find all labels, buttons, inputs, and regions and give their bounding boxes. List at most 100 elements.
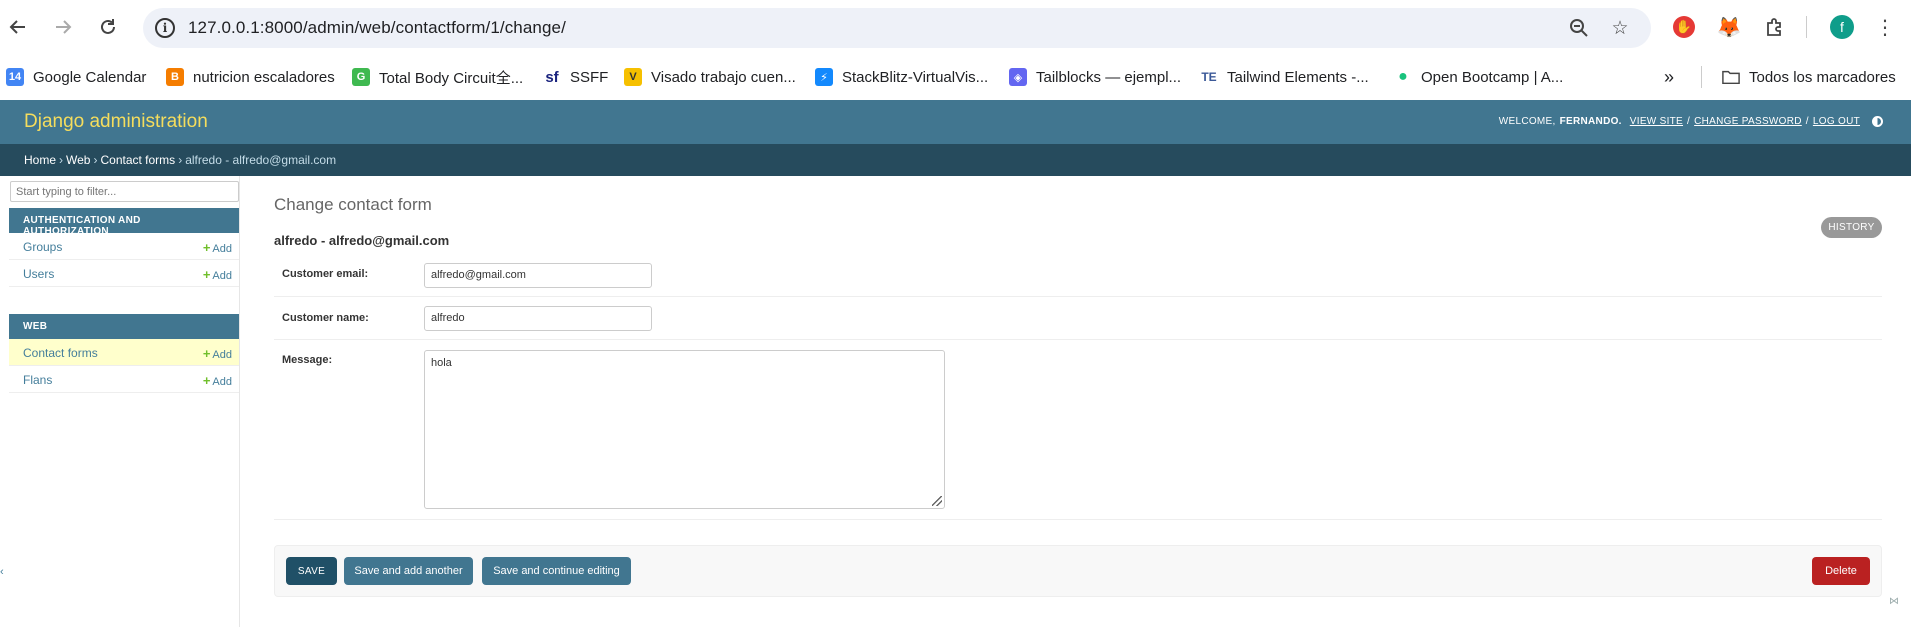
nav-filter-input[interactable] — [10, 181, 239, 202]
app-caption-auth[interactable]: AUTHENTICATION AND AUTHORIZATION — [9, 208, 239, 237]
forward-icon[interactable] — [49, 13, 77, 41]
submit-row: SAVE Save and add another Save and conti… — [274, 545, 1882, 597]
breadcrumb-separator: › — [178, 153, 183, 167]
add-link[interactable]: + Add — [203, 267, 232, 282]
bookmark-star-icon[interactable]: ☆ — [1609, 17, 1631, 39]
breadcrumb-separator: › — [93, 153, 98, 167]
site-info-icon[interactable]: i — [155, 18, 175, 38]
message-textarea[interactable]: hola — [424, 350, 945, 509]
model-link[interactable]: Users — [23, 267, 54, 281]
model-link[interactable]: Contact forms — [23, 346, 98, 360]
nav-sidebar: AUTHENTICATION AND AUTHORIZATION Groups … — [9, 176, 240, 627]
adblock-extension-icon[interactable]: ✋ — [1673, 16, 1695, 38]
separator: / — [1687, 116, 1691, 127]
history-button[interactable]: HISTORY — [1821, 217, 1882, 238]
zoom-icon[interactable] — [1568, 17, 1590, 39]
model-link[interactable]: Groups — [23, 240, 62, 254]
visa-icon: V — [624, 68, 642, 86]
page-title: Change contact form — [274, 195, 432, 214]
address-bar[interactable]: i 127.0.0.1:8000/admin/web/contactform/1… — [143, 8, 1651, 48]
change-password-link[interactable]: CHANGE PASSWORD — [1694, 116, 1802, 127]
user-tools: WELCOME, FERNANDO. VIEW SITE / CHANGE PA… — [1499, 116, 1883, 127]
breadcrumb-home[interactable]: Home — [24, 153, 56, 167]
all-bookmarks-folder[interactable]: Todos los marcadores — [1722, 65, 1896, 89]
app-caption-web[interactable]: WEB — [9, 314, 239, 339]
reload-icon[interactable] — [94, 13, 122, 41]
sidebar-item-groups[interactable]: Groups + Add — [9, 233, 239, 260]
add-label: Add — [212, 243, 232, 255]
bookmark-label: nutricion escaladores — [193, 68, 335, 86]
add-label: Add — [212, 349, 232, 361]
bookmark-label: Tailblocks — ejempl... — [1036, 68, 1182, 86]
plus-icon: + — [202, 240, 211, 255]
form-row-message: Message: hola — [274, 340, 1882, 520]
add-label: Add — [212, 270, 232, 282]
bookmark-label: Google Calendar — [33, 68, 147, 86]
username: FERNANDO. — [1559, 116, 1622, 127]
admin-header: Django administration WELCOME, FERNANDO.… — [0, 100, 1911, 144]
blogger-icon: B — [166, 68, 184, 86]
url-text[interactable]: 127.0.0.1:8000/admin/web/contactform/1/c… — [188, 18, 566, 38]
sidebar-item-contact-forms[interactable]: Contact forms + Add — [9, 339, 239, 366]
save-and-continue-button[interactable]: Save and continue editing — [482, 557, 631, 585]
log-out-link[interactable]: LOG OUT — [1813, 116, 1860, 127]
bookmark-nutricion[interactable]: B nutricion escaladores — [166, 65, 335, 89]
bookmarks-divider — [1701, 66, 1702, 88]
theme-toggle-icon[interactable] — [1872, 116, 1883, 127]
debug-toolbar-icon[interactable]: ⋈ — [1889, 596, 1905, 608]
menu-kebab-icon[interactable]: ⋮ — [1871, 13, 1899, 41]
bookmark-tailwind-elements[interactable]: TE Tailwind Elements -... — [1200, 65, 1369, 89]
form-row-customer-name: Customer name: alfredo — [274, 297, 1882, 340]
stackblitz-icon: ⚡ — [815, 68, 833, 86]
back-icon[interactable] — [4, 13, 32, 41]
save-and-add-another-button[interactable]: Save and add another — [344, 557, 473, 585]
breadcrumb-app[interactable]: Web — [66, 153, 90, 167]
sidebar-item-flans[interactable]: Flans + Add — [9, 366, 239, 393]
delete-button[interactable]: Delete — [1812, 557, 1870, 585]
bookmark-open-bootcamp[interactable]: ● Open Bootcamp | A... — [1394, 65, 1563, 89]
breadcrumb-current: alfredo - alfredo@gmail.com — [185, 153, 337, 167]
profile-avatar[interactable]: f — [1830, 15, 1854, 39]
model-link[interactable]: Flans — [23, 373, 52, 387]
sidebar-item-users[interactable]: Users + Add — [9, 260, 239, 287]
tailwind-elements-icon: TE — [1200, 68, 1218, 86]
save-button[interactable]: SAVE — [286, 557, 337, 585]
bookmark-total-body[interactable]: G Total Body Circuit全... — [352, 65, 523, 89]
sidebar-collapse-icon[interactable]: ‹ — [0, 566, 4, 578]
gym-icon: G — [352, 68, 370, 86]
customer-name-field[interactable]: alfredo — [424, 306, 652, 331]
more-bookmarks-chevron-icon[interactable]: » — [1664, 65, 1674, 89]
separator: / — [1805, 116, 1809, 127]
bookmark-label: Total Body Circuit全... — [379, 69, 524, 87]
bookmark-label: StackBlitz-VirtualVis... — [842, 68, 989, 86]
add-link[interactable]: + Add — [203, 373, 232, 388]
bookmark-tailblocks[interactable]: ◈ Tailblocks — ejempl... — [1009, 65, 1181, 89]
view-site-link[interactable]: VIEW SITE — [1630, 116, 1683, 127]
open-bootcamp-icon: ● — [1394, 68, 1412, 86]
bookmark-ssff[interactable]: sf SSFF — [543, 65, 608, 89]
bookmark-stackblitz[interactable]: ⚡ StackBlitz-VirtualVis... — [815, 65, 988, 89]
customer-email-field[interactable]: alfredo@gmail.com — [424, 263, 652, 288]
bookmark-label: Tailwind Elements -... — [1227, 68, 1369, 86]
welcome-text: WELCOME, — [1498, 116, 1556, 127]
bookmark-label: SSFF — [570, 68, 609, 86]
breadcrumb-model[interactable]: Contact forms — [100, 153, 175, 167]
plus-icon: + — [202, 346, 211, 361]
plus-icon: + — [202, 267, 211, 282]
metamask-extension-icon[interactable]: 🦊 — [1716, 14, 1742, 40]
toolbar-divider — [1806, 16, 1807, 38]
add-link[interactable]: + Add — [203, 346, 232, 361]
plus-icon: + — [202, 373, 211, 388]
extensions-puzzle-icon[interactable] — [1761, 14, 1787, 40]
customer-email-label: Customer email: — [282, 268, 369, 280]
bookmark-visado[interactable]: V Visado trabajo cuen... — [624, 65, 796, 89]
bookmark-label: Todos los marcadores — [1749, 68, 1896, 86]
breadcrumb: Home › Web › Contact forms › alfredo - alfredo… — [0, 144, 1911, 176]
customer-name-label: Customer name: — [282, 312, 369, 324]
calendar-icon: 14 — [6, 68, 24, 86]
add-link[interactable]: + Add — [203, 240, 232, 255]
bookmark-google-calendar[interactable]: 14 Google Calendar — [6, 65, 146, 89]
resize-handle-icon[interactable] — [932, 496, 942, 506]
site-branding[interactable]: Django administration — [24, 111, 208, 133]
folder-icon — [1722, 68, 1740, 86]
